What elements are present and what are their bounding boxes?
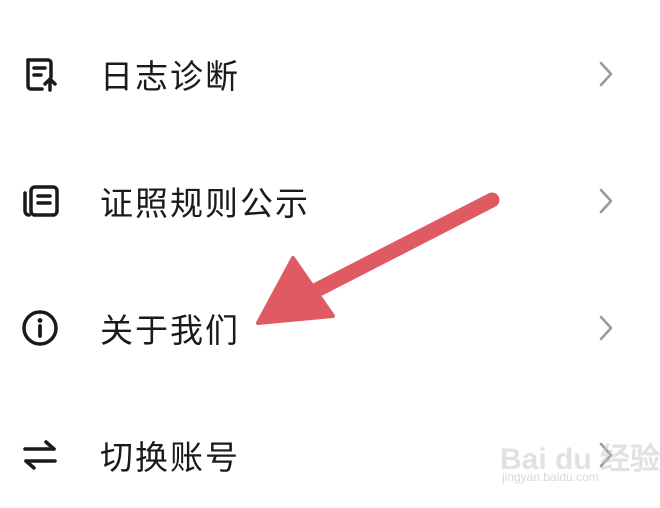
menu-item-label: 证照规则公示 — [100, 184, 310, 223]
menu-item-switch-account[interactable]: 切换账号 — [0, 407, 660, 503]
chevron-right-icon — [592, 310, 620, 346]
menu-item-label: 切换账号 — [100, 438, 240, 477]
swap-arrows-icon — [18, 433, 62, 477]
license-cards-icon — [18, 179, 62, 223]
menu-item-label: 日志诊断 — [100, 57, 240, 96]
chevron-right-icon — [592, 437, 620, 473]
settings-screen: 日志诊断 证照规则公示 关于我们 切换账号 Bai du 经验 jingyan.… — [0, 0, 660, 508]
menu-item-label: 关于我们 — [100, 311, 240, 350]
log-document-icon — [18, 52, 62, 96]
menu-item-about-us[interactable]: 关于我们 — [0, 280, 660, 376]
info-circle-icon — [18, 306, 62, 350]
chevron-right-icon — [592, 183, 620, 219]
menu-item-license-rules[interactable]: 证照规则公示 — [0, 153, 660, 249]
menu-item-log-diagnosis[interactable]: 日志诊断 — [0, 26, 660, 122]
chevron-right-icon — [592, 56, 620, 92]
